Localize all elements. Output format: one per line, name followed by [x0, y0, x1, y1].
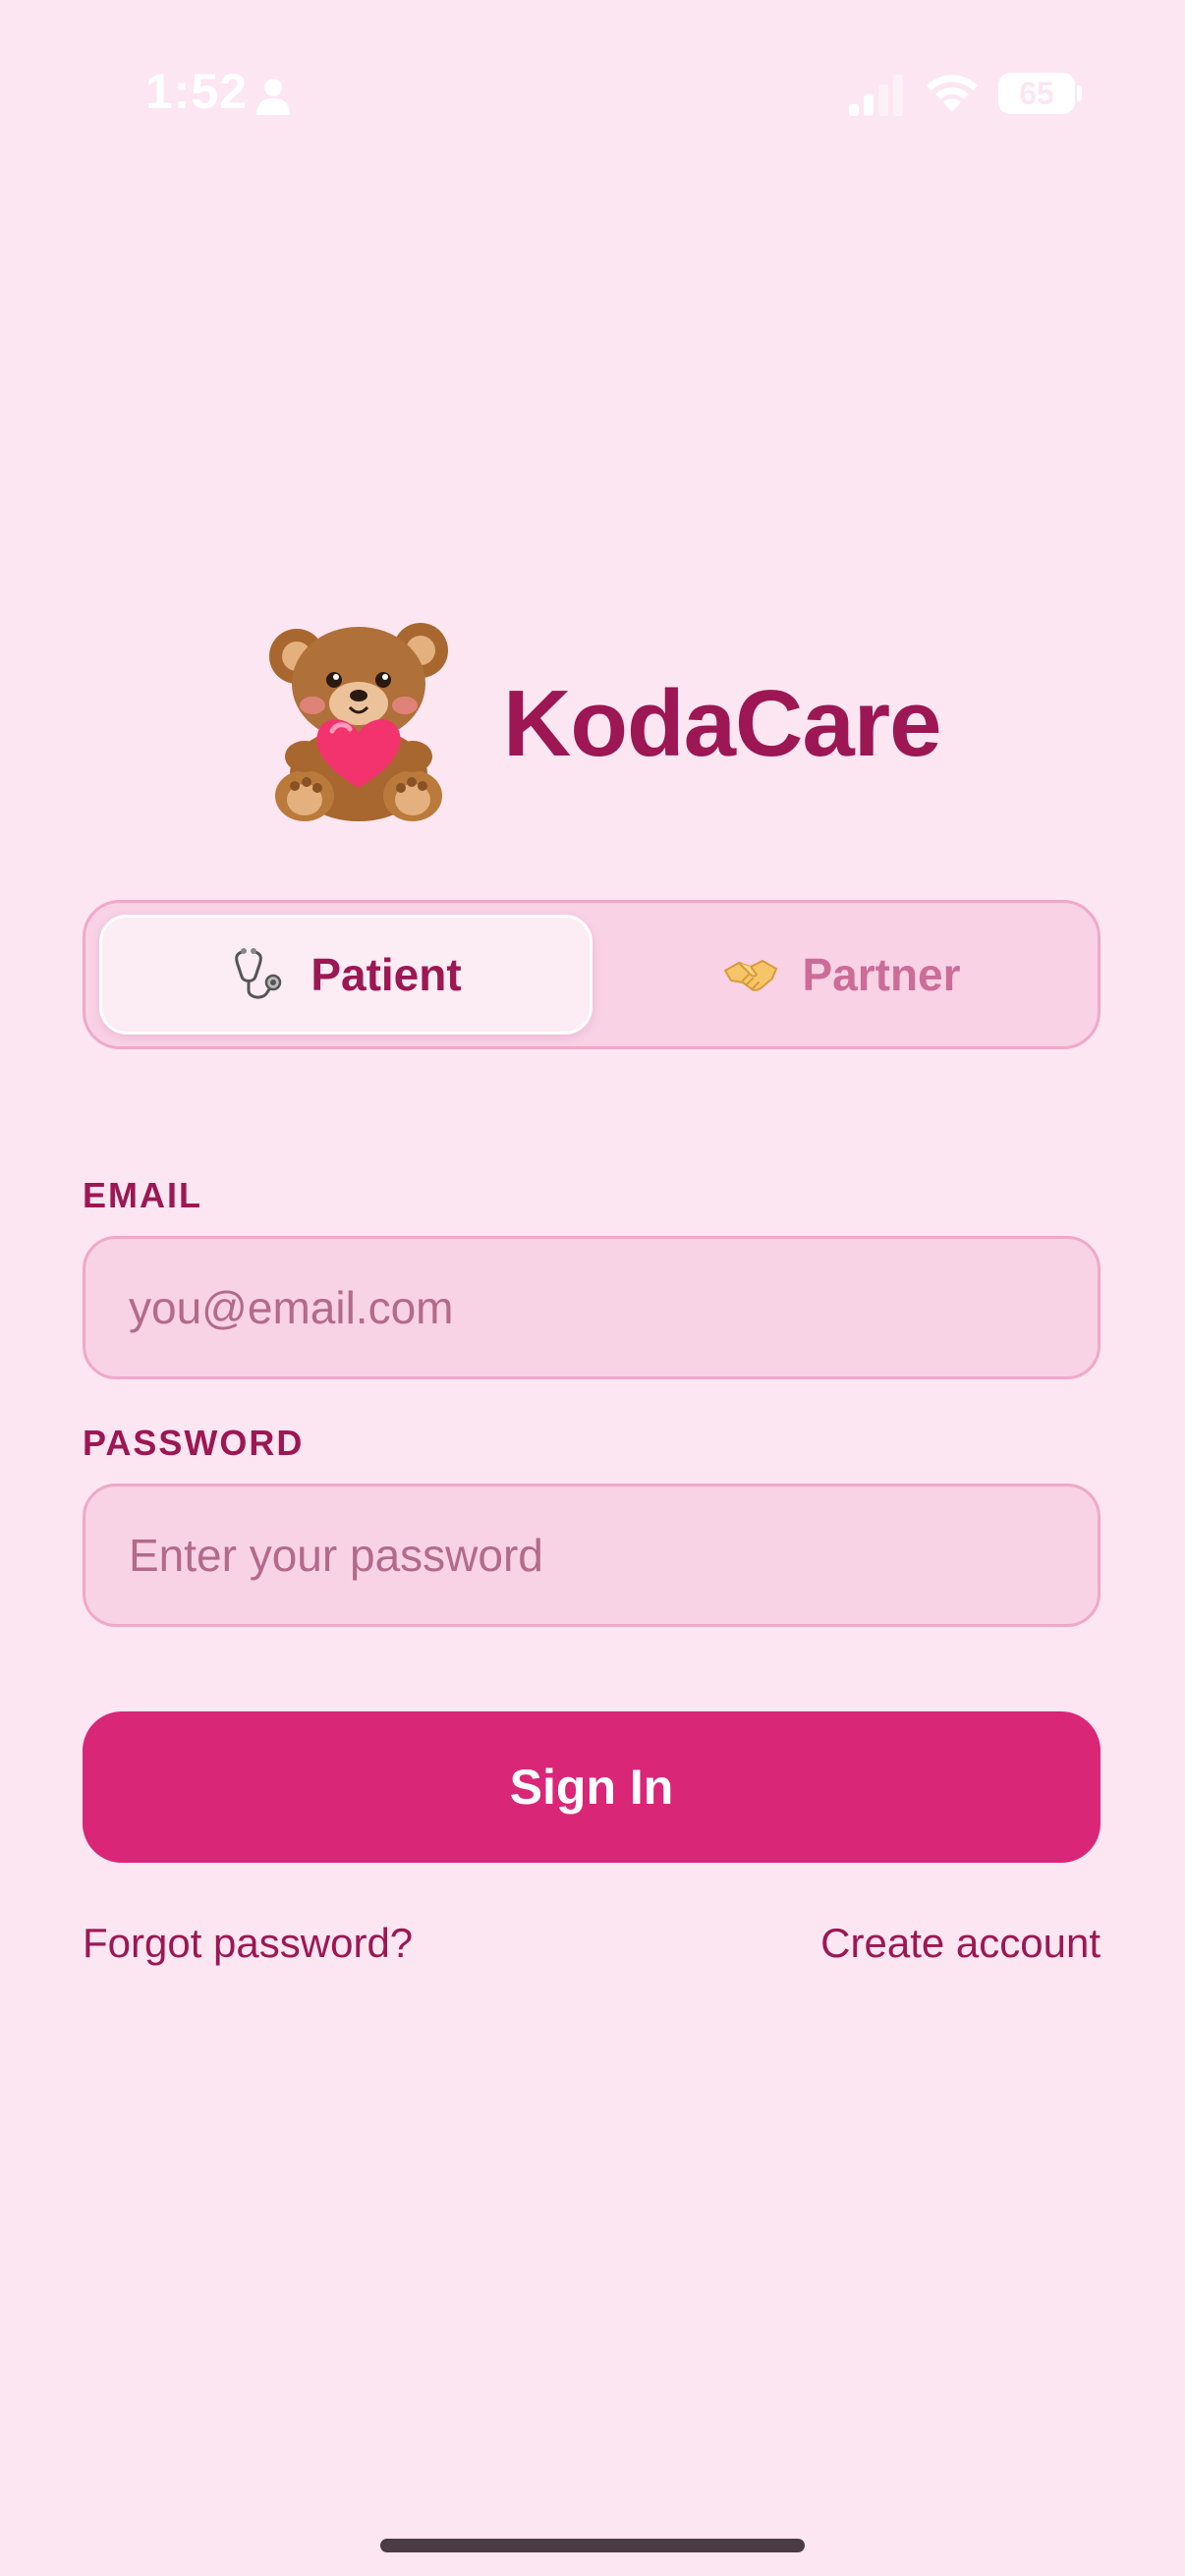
- wifi-icon: [927, 75, 978, 112]
- sign-in-button[interactable]: Sign In: [83, 1711, 1100, 1863]
- password-field[interactable]: [83, 1484, 1100, 1627]
- home-indicator[interactable]: [380, 2539, 805, 2552]
- status-bar: 1:52 65: [0, 59, 1185, 138]
- role-segmented-control: Patient Partner: [83, 900, 1100, 1049]
- teddy-bear-logo-icon: [269, 623, 448, 821]
- person-icon: [256, 79, 290, 115]
- create-account-link[interactable]: Create account: [820, 1920, 1100, 1967]
- role-option-label: Patient: [310, 949, 462, 1000]
- role-option-patient[interactable]: Patient: [99, 915, 592, 1035]
- forgot-password-link[interactable]: Forgot password?: [83, 1920, 413, 1967]
- app-title: KodaCare: [503, 671, 941, 776]
- cellular-signal-icon: [849, 75, 903, 116]
- battery-icon: 65: [998, 73, 1075, 114]
- stethoscope-icon: [235, 948, 282, 999]
- battery-cap: [1077, 85, 1082, 101]
- email-label: EMAIL: [83, 1175, 202, 1215]
- password-label: PASSWORD: [83, 1423, 305, 1463]
- email-field[interactable]: [83, 1236, 1100, 1379]
- handshake-icon: [724, 959, 778, 991]
- status-time: 1:52: [145, 64, 249, 119]
- role-option-label: Partner: [802, 949, 961, 1000]
- login-screen: 1:52 65 KodaCare Patient Partner EMAIL y…: [0, 0, 1185, 2576]
- role-option-partner[interactable]: Partner: [594, 915, 1088, 1035]
